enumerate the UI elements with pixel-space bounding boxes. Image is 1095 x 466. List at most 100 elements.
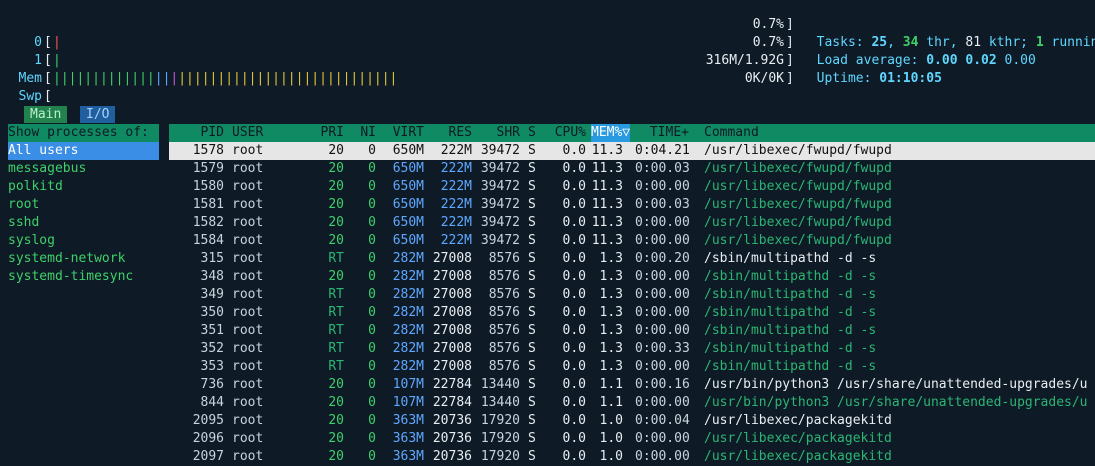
column-ni[interactable]: NI — [348, 124, 376, 142]
uptime-label: Uptime: — [817, 71, 872, 86]
user-filter-item[interactable]: root — [8, 196, 159, 214]
cell-cmd: /usr/libexec/fwupd/fwupd — [704, 214, 892, 232]
user-filter-item[interactable]: sshd — [8, 214, 159, 232]
cell-pri: RT — [300, 322, 344, 340]
cell-res: 222M — [428, 160, 472, 178]
cpu0-bar: | — [53, 34, 61, 52]
cell-cmd: /sbin/multipathd -d -s — [704, 358, 876, 376]
column-shr[interactable]: SHR — [476, 124, 520, 142]
column-pid[interactable]: PID — [169, 124, 224, 142]
cell-pid: 736 — [169, 376, 224, 394]
cell-virt: 107M — [380, 376, 424, 394]
cell-pid: 351 — [169, 322, 224, 340]
cell-cmd: /sbin/multipathd -d -s — [704, 304, 876, 322]
column-pri[interactable]: PRI — [300, 124, 344, 142]
process-row[interactable]: 736root200107M2278413440S0.01.10:00.16/u… — [169, 376, 1095, 394]
user-filter-item[interactable]: polkitd — [8, 178, 159, 196]
process-row[interactable]: 1578root200650M222M39472S0.011.30:04.21/… — [169, 142, 1095, 160]
process-row[interactable]: 2096root200363M2073617920S0.01.00:00.00/… — [169, 430, 1095, 448]
cell-cpu: 0.0 — [544, 394, 586, 412]
cell-cmd: /sbin/multipathd -d -s — [704, 286, 876, 304]
process-row[interactable]: 353rootRT0282M270088576S0.01.30:00.00/sb… — [169, 358, 1095, 376]
cell-cpu: 0.0 — [544, 304, 586, 322]
user-filter-item[interactable]: messagebus — [8, 160, 159, 178]
cell-ni: 0 — [348, 142, 376, 160]
cell-virt: 282M — [380, 322, 424, 340]
column-state[interactable]: S — [528, 124, 536, 142]
process-row[interactable]: 2097root200363M2073617920S0.01.00:00.00/… — [169, 448, 1095, 466]
cell-res: 222M — [428, 178, 472, 196]
process-row[interactable]: 352rootRT0282M270088576S0.01.30:00.33/sb… — [169, 340, 1095, 358]
process-row[interactable]: 348root200282M270088576S0.01.30:00.00/sb… — [169, 268, 1095, 286]
user-filter-item[interactable]: systemd-network — [8, 250, 159, 268]
cell-time: 0:00.00 — [635, 286, 689, 304]
meter-bracket-close: ] — [786, 52, 794, 70]
cell-res: 22784 — [428, 376, 472, 394]
user-filter-item[interactable]: syslog — [8, 232, 159, 250]
load-15: 0.00 — [1005, 53, 1036, 68]
cell-time: 0:00.04 — [635, 412, 689, 430]
cell-pid: 2096 — [169, 430, 224, 448]
process-row[interactable]: 1584root200650M222M39472S0.011.30:00.00/… — [169, 232, 1095, 250]
process-row[interactable]: 2095root200363M2073617920S0.01.00:00.04/… — [169, 412, 1095, 430]
cell-cmd: /usr/libexec/fwupd/fwupd — [704, 160, 892, 178]
cell-s: S — [528, 412, 536, 430]
cell-cmd: /sbin/multipathd -d -s — [704, 250, 876, 268]
column-command[interactable]: Command — [704, 124, 759, 142]
cell-time: 0:00.03 — [635, 196, 689, 214]
tab-main[interactable]: Main — [24, 106, 67, 123]
cell-cmd: /usr/libexec/packagekitd — [704, 412, 892, 430]
process-row[interactable]: 1579root200650M222M39472S0.011.30:00.03/… — [169, 160, 1095, 178]
column-user[interactable]: USER — [232, 124, 263, 142]
cell-pid: 1578 — [169, 142, 224, 160]
mem-value: 316M/1.92G — [640, 52, 784, 70]
column-res[interactable]: RES — [428, 124, 472, 142]
cell-virt: 363M — [380, 430, 424, 448]
cell-ni: 0 — [348, 394, 376, 412]
cell-shr: 8576 — [476, 322, 520, 340]
cell-user: root — [232, 322, 263, 340]
process-row[interactable]: 350rootRT0282M270088576S0.01.30:00.00/sb… — [169, 304, 1095, 322]
cell-res: 27008 — [428, 286, 472, 304]
column-cpu[interactable]: CPU% — [544, 124, 586, 142]
process-row[interactable]: 1582root200650M222M39472S0.011.30:00.00/… — [169, 214, 1095, 232]
cell-pri: 20 — [300, 448, 344, 466]
cell-pid: 353 — [169, 358, 224, 376]
cell-ni: 0 — [348, 178, 376, 196]
process-row[interactable]: 315rootRT0282M270088576S0.01.30:00.20/sb… — [169, 250, 1095, 268]
user-filter-item[interactable]: systemd-timesync — [8, 268, 159, 286]
cell-s: S — [528, 178, 536, 196]
cell-ni: 0 — [348, 448, 376, 466]
column-mem-sorted[interactable]: MEM%▽ — [591, 124, 630, 142]
user-filter-header: Show processes of: — [8, 124, 159, 142]
cell-s: S — [528, 358, 536, 376]
cell-s: S — [528, 322, 536, 340]
cell-shr: 8576 — [476, 340, 520, 358]
process-row[interactable]: 1580root200650M222M39472S0.011.30:00.00/… — [169, 178, 1095, 196]
cell-mem: 1.3 — [591, 268, 623, 286]
cell-virt: 107M — [380, 394, 424, 412]
cell-ni: 0 — [348, 214, 376, 232]
cell-ni: 0 — [348, 340, 376, 358]
process-row[interactable]: 1581root200650M222M39472S0.011.30:00.03/… — [169, 196, 1095, 214]
column-virt[interactable]: VIRT — [380, 124, 424, 142]
cell-ni: 0 — [348, 286, 376, 304]
cell-cpu: 0.0 — [544, 268, 586, 286]
cell-mem: 1.1 — [591, 376, 623, 394]
process-row[interactable]: 844root200107M2278413440S0.01.10:00.00/u… — [169, 394, 1095, 412]
process-row[interactable]: 349rootRT0282M270088576S0.01.30:00.00/sb… — [169, 286, 1095, 304]
tab-io[interactable]: I/O — [80, 106, 115, 123]
cell-pid: 349 — [169, 286, 224, 304]
cell-shr: 39472 — [476, 160, 520, 178]
cell-cmd: /sbin/multipathd -d -s — [704, 340, 876, 358]
cell-s: S — [528, 268, 536, 286]
cell-pri: RT — [300, 340, 344, 358]
cell-shr: 8576 — [476, 286, 520, 304]
cell-virt: 650M — [380, 142, 424, 160]
cell-shr: 39472 — [476, 178, 520, 196]
cell-virt: 282M — [380, 340, 424, 358]
process-row[interactable]: 351rootRT0282M270088576S0.01.30:00.00/sb… — [169, 322, 1095, 340]
user-filter-item[interactable]: All users — [8, 142, 159, 160]
column-time[interactable]: TIME+ — [635, 124, 689, 142]
cell-virt: 650M — [380, 232, 424, 250]
